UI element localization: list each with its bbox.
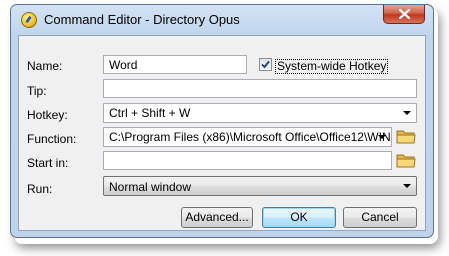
start-in-browse-button[interactable]	[396, 151, 416, 170]
hotkey-label: Hotkey:	[27, 108, 68, 122]
system-wide-hotkey-label[interactable]: System-wide Hotkey	[275, 59, 389, 74]
tip-label: Tip:	[27, 84, 47, 98]
directory-opus-icon	[21, 12, 37, 28]
title-bar[interactable]: Command Editor - Directory Opus	[11, 5, 433, 35]
hotkey-value: Ctrl + Shift + W	[109, 106, 191, 120]
cancel-button[interactable]: Cancel	[343, 207, 417, 228]
hotkey-field[interactable]: Ctrl + Shift + W	[103, 103, 417, 123]
function-value: C:\Program Files (x86)\Microsoft Office\…	[109, 130, 391, 144]
chevron-down-icon[interactable]	[403, 111, 411, 115]
name-input[interactable]: Word	[103, 55, 247, 74]
window-title: Command Editor - Directory Opus	[44, 12, 240, 27]
close-icon	[399, 9, 410, 19]
start-in-input[interactable]	[103, 151, 392, 170]
run-value: Normal window	[109, 180, 192, 194]
chevron-down-icon[interactable]	[378, 135, 386, 139]
function-label: Function:	[27, 132, 77, 146]
command-editor-window: Command Editor - Directory Opus Name: Wo…	[10, 4, 434, 238]
tip-input[interactable]	[103, 79, 417, 98]
run-select[interactable]: Normal window	[103, 176, 417, 196]
chevron-down-icon	[403, 184, 411, 188]
function-browse-button[interactable]	[396, 127, 416, 146]
checkmark-icon	[261, 60, 270, 69]
dialog-body: Name: Word System-wide Hotkey Tip: Hotke…	[18, 35, 426, 231]
start-in-label: Start in:	[27, 156, 69, 170]
folder-icon	[396, 154, 416, 168]
function-combo[interactable]: C:\Program Files (x86)\Microsoft Office\…	[103, 127, 392, 147]
run-label: Run:	[27, 182, 53, 196]
folder-icon	[396, 130, 416, 144]
system-wide-hotkey-checkbox[interactable]	[259, 58, 272, 71]
advanced-button[interactable]: Advanced...	[181, 207, 253, 228]
name-label: Name:	[27, 59, 63, 73]
close-button[interactable]	[383, 5, 425, 24]
ok-button[interactable]: OK	[262, 207, 336, 228]
